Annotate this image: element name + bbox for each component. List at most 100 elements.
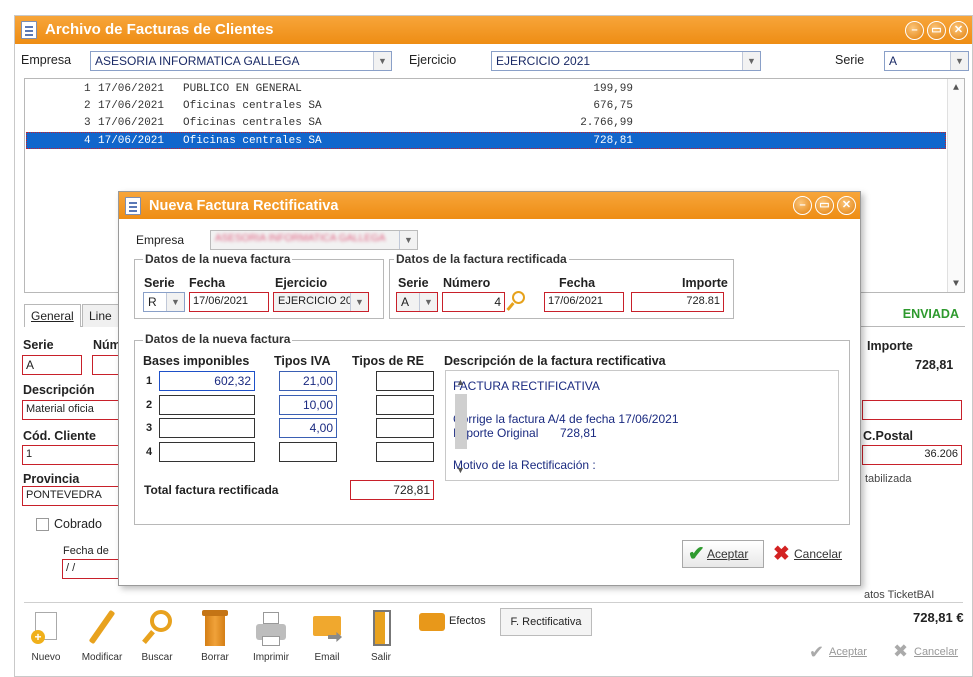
tab-lineas-label: Line	[89, 309, 112, 323]
form-prov-label: Provincia	[23, 472, 80, 486]
form-serie-field[interactable]: A	[22, 355, 82, 375]
email-button[interactable]: Email	[302, 608, 352, 663]
re-field[interactable]	[376, 442, 434, 462]
main-cancelar-button[interactable]: Cancelar	[914, 646, 958, 658]
main-aceptar-button[interactable]: Aceptar	[829, 646, 867, 658]
borrar-button[interactable]: Borrar	[190, 608, 240, 663]
base-field[interactable]	[159, 442, 255, 462]
row-amount: 676,75	[593, 100, 633, 112]
row-client: PUBLICO EN GENERAL	[183, 83, 302, 95]
dlg-empresa-label: Empresa	[136, 233, 185, 247]
dlg-ejercicio-select[interactable]: EJERCICIO 202 ▼	[273, 292, 369, 312]
checkmark-icon: ✔	[688, 543, 705, 565]
efectos-label[interactable]: Efectos	[449, 615, 486, 627]
list-item[interactable]: 1 17/06/2021 PUBLICO EN GENERAL 199,99	[26, 81, 946, 98]
form-fecha-field[interactable]: / /	[62, 559, 122, 579]
iva-field[interactable]: 4,00	[279, 418, 337, 438]
efectos-icon[interactable]	[419, 613, 445, 631]
base-field[interactable]	[159, 418, 255, 438]
minimize-icon[interactable]: –	[905, 21, 924, 40]
chevron-down-icon[interactable]: ▼	[350, 293, 368, 311]
re-field[interactable]	[376, 371, 434, 391]
form-cod-field[interactable]: 1	[22, 445, 122, 465]
search-icon[interactable]	[512, 291, 525, 304]
desc-header: Descripción de la factura rectificativa	[444, 354, 666, 368]
f-rectificativa-button[interactable]: F. Rectificativa	[500, 608, 592, 636]
dlg-r-importe-field[interactable]: 728.81	[631, 292, 724, 312]
form-fecha-label: Fecha de	[63, 545, 109, 557]
ticketbai-text: atos TicketBAI	[864, 589, 935, 601]
modificar-button[interactable]: Modificar	[77, 608, 127, 663]
form-importe-value: 728,81	[915, 358, 954, 372]
re-field[interactable]	[376, 395, 434, 415]
cobrado-checkbox[interactable]	[36, 518, 49, 531]
chevron-down-icon[interactable]: ▼	[948, 279, 964, 290]
dlg-r-serie-value: A	[401, 295, 410, 309]
chevron-down-icon[interactable]: ▼	[166, 293, 184, 311]
chevron-down-icon[interactable]: ▼	[399, 231, 417, 249]
desc-scrollbar[interactable]: ▲ ▼	[453, 374, 469, 477]
contabilizada-text: tabilizada	[865, 473, 912, 485]
invoice-file-icon	[125, 197, 141, 215]
form-prov-field[interactable]: PONTEVEDRA	[22, 486, 122, 506]
dlg-r-fecha-field[interactable]: 17/06/2021	[544, 292, 624, 312]
iva-field[interactable]: 21,00	[279, 371, 337, 391]
chevron-down-icon[interactable]: ▼	[742, 52, 760, 70]
empresa-select[interactable]: ASESORIA INFORMATICA GALLEGA ▼	[90, 51, 392, 71]
group-factura-rectificada-title: Datos de la factura rectificada	[394, 252, 569, 266]
dlg-serie-select[interactable]: R ▼	[143, 292, 185, 312]
re-field[interactable]	[376, 418, 434, 438]
modificar-button-label: Modificar	[81, 652, 123, 663]
iva-field[interactable]	[279, 442, 337, 462]
total-rectificada-field[interactable]: 728,81	[350, 480, 434, 500]
dialog-titlebar[interactable]: Nueva Factura Rectificativa – ▭ ✕	[119, 192, 860, 219]
form-desc-field[interactable]: Material oficia	[22, 400, 122, 420]
ejercicio-select[interactable]: EJERCICIO 2021 ▼	[491, 51, 761, 71]
list-item[interactable]: 3 17/06/2021 Oficinas centrales SA 2.766…	[26, 115, 946, 132]
imprimir-button[interactable]: Imprimir	[246, 608, 296, 663]
cobrado-label: Cobrado	[54, 517, 102, 531]
tab-general[interactable]: General	[24, 304, 81, 327]
dlg-fecha-field[interactable]: 17/06/2021	[189, 292, 269, 312]
dlg-r-numero-field[interactable]: 4	[442, 292, 505, 312]
chevron-down-icon[interactable]: ▼	[456, 465, 465, 475]
dlg-cancelar-label: Cancelar	[794, 547, 843, 561]
salir-button[interactable]: Salir	[356, 608, 406, 663]
buscar-button[interactable]: Buscar	[132, 608, 182, 663]
chevron-down-icon[interactable]: ▼	[419, 293, 437, 311]
restore-icon[interactable]: ▭	[927, 21, 946, 40]
row-client: Oficinas centrales SA	[183, 117, 322, 129]
dlg-cancelar-button[interactable]: ✖ Cancelar	[769, 540, 849, 568]
scroll-thumb[interactable]	[455, 394, 467, 449]
minimize-icon[interactable]: –	[793, 196, 812, 215]
chevron-down-icon[interactable]: ▼	[373, 52, 391, 70]
chevron-up-icon[interactable]: ▲	[456, 377, 465, 387]
bases-header: Bases imponibles	[143, 354, 250, 368]
list-item-selected[interactable]: 4 17/06/2021 Oficinas centrales SA 728,8…	[26, 132, 946, 149]
dlg-r-serie-select[interactable]: A ▼	[396, 292, 438, 312]
main-titlebar[interactable]: Archivo de Facturas de Clientes – ▭ ✕	[15, 16, 972, 44]
serie-select[interactable]: A ▼	[884, 51, 969, 71]
form-right-field[interactable]	[862, 400, 962, 420]
base-field[interactable]	[159, 395, 255, 415]
row-number: 4	[84, 135, 91, 147]
close-icon[interactable]: ✕	[949, 21, 968, 40]
base-field[interactable]: 602,32	[159, 371, 255, 391]
total-amount: 728,81 €	[913, 610, 964, 625]
status-badge: ENVIADA	[902, 307, 959, 321]
close-icon[interactable]: ✕	[837, 196, 856, 215]
nuevo-button[interactable]: + Nuevo	[21, 608, 71, 663]
tab-lineas[interactable]: Line	[82, 304, 119, 327]
list-item[interactable]: 2 17/06/2021 Oficinas centrales SA 676,7…	[26, 98, 946, 115]
desc-textarea[interactable]: FACTURA RECTIFICATIVA Corrige la factura…	[445, 370, 839, 481]
dlg-empresa-select[interactable]: ASESORIA INFORMATICA GALLEGA ▼	[210, 230, 418, 250]
list-scrollbar[interactable]: ▲ ▼	[947, 79, 964, 292]
dlg-r-numero-label: Número	[443, 276, 491, 290]
chevron-up-icon[interactable]: ▲	[948, 83, 964, 94]
iva-field[interactable]: 10,00	[279, 395, 337, 415]
restore-icon[interactable]: ▭	[815, 196, 834, 215]
chevron-down-icon[interactable]: ▼	[950, 52, 968, 70]
form-cpostal-field[interactable]: 36.206	[862, 445, 962, 465]
dlg-ejercicio-label: Ejercicio	[275, 276, 328, 290]
dlg-aceptar-button[interactable]: ✔ Aceptar	[682, 540, 764, 568]
